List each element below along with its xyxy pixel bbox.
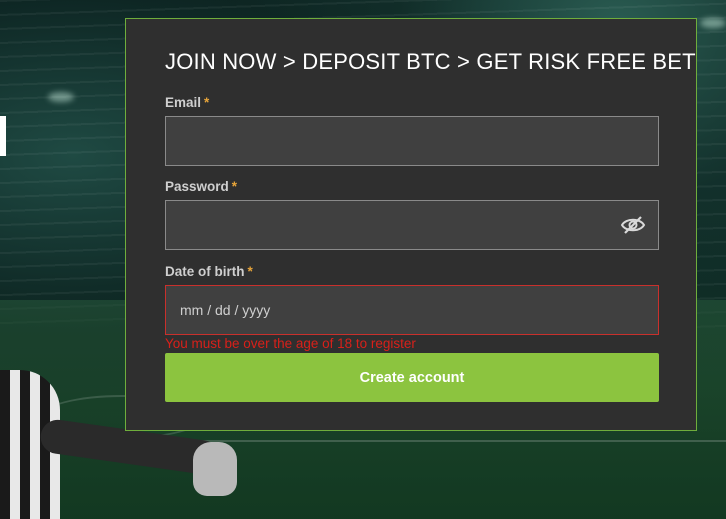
create-account-button[interactable]: Create account [165, 353, 659, 402]
password-label: Password * [165, 179, 237, 194]
dob-label: Date of birth * [165, 264, 253, 279]
password-field[interactable] [166, 201, 658, 249]
required-marker: * [247, 264, 253, 279]
email-label-text: Email [165, 95, 202, 110]
dob-error-message: You must be over the age of 18 to regist… [165, 336, 416, 351]
floodlight [700, 18, 726, 28]
required-marker: * [204, 95, 210, 110]
email-field[interactable] [166, 117, 658, 165]
dob-field-wrapper [165, 285, 659, 335]
email-label: Email * [165, 95, 209, 110]
email-field-wrapper [165, 116, 659, 166]
floodlight [48, 92, 74, 102]
signup-title: JOIN NOW > DEPOSIT BTC > GET RISK FREE B… [165, 49, 696, 74]
side-strip [0, 116, 6, 156]
dob-field[interactable] [166, 286, 658, 334]
password-label-text: Password [165, 179, 229, 194]
eye-slash-icon[interactable] [620, 215, 646, 235]
signup-panel: JOIN NOW > DEPOSIT BTC > GET RISK FREE B… [125, 18, 697, 431]
password-field-wrapper [165, 200, 659, 250]
required-marker: * [231, 179, 238, 194]
dob-label-text: Date of birth [165, 264, 245, 279]
player-fist [193, 442, 237, 496]
stadium-background: JOIN NOW > DEPOSIT BTC > GET RISK FREE B… [0, 0, 726, 519]
